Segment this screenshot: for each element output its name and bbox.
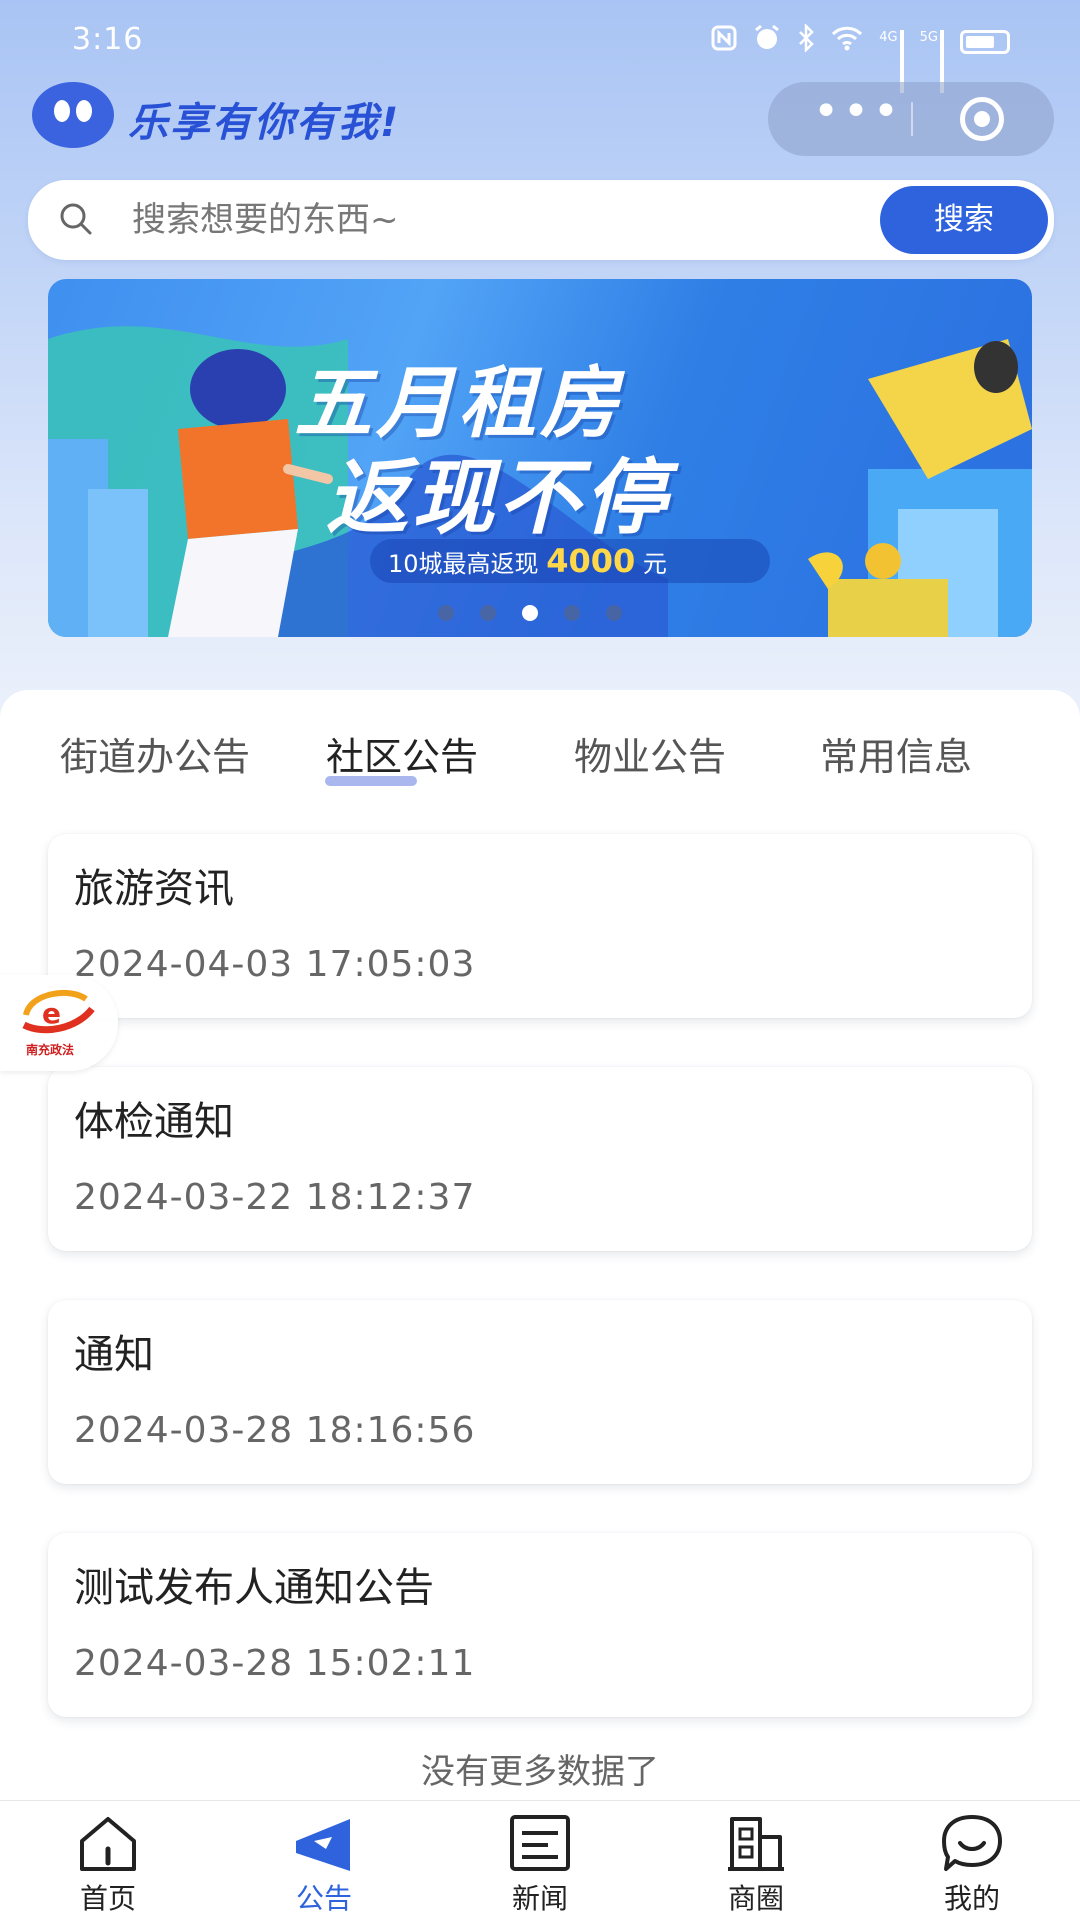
newspaper-icon	[510, 1815, 570, 1871]
tabbar-item-news[interactable]: 新闻	[432, 1801, 648, 1921]
tabbar-label-mine: 我的	[943, 1882, 1000, 1915]
banner-dot[interactable]	[606, 605, 622, 621]
tabbar-item-mine[interactable]: 我的	[864, 1801, 1080, 1921]
tabbar-item-home[interactable]: 首页	[0, 1801, 216, 1921]
notice-card[interactable]: 测试发布人通知公告 2024-03-28 15:02:11	[48, 1533, 1032, 1717]
tabbar-label-news: 新闻	[511, 1882, 568, 1915]
notice-title: 旅游资讯	[74, 866, 234, 912]
banner-dot[interactable]	[480, 605, 496, 621]
status-bar: 3:16 4G 5G	[0, 0, 1080, 93]
tab-common-info[interactable]: 常用信息	[820, 726, 972, 781]
notice-card[interactable]: 旅游资讯 2024-04-03 17:05:03	[48, 834, 1032, 1018]
notice-time: 2024-03-22 18:12:37	[74, 1177, 476, 1218]
network-4g-label: 4G	[879, 29, 898, 45]
banner-title-line2: 返现不停	[326, 451, 670, 546]
wifi-icon	[831, 25, 863, 58]
tabbar-label-business: 商圈	[727, 1882, 784, 1915]
notice-time: 2024-03-28 15:02:11	[74, 1643, 476, 1684]
alarm-icon	[753, 24, 781, 59]
notice-title: 通知	[74, 1332, 154, 1378]
tabbar-label-home: 首页	[79, 1882, 136, 1915]
banner-subtitle-amount: 4000	[546, 542, 636, 580]
app-title: 乐享有你有我!	[128, 100, 401, 146]
status-time: 3:16	[72, 22, 144, 57]
notice-time: 2024-04-03 17:05:03	[74, 944, 476, 985]
notice-card[interactable]: 体检通知 2024-03-22 18:12:37	[48, 1067, 1032, 1251]
more-options-button[interactable]: •••	[808, 82, 908, 156]
close-miniprogram-button[interactable]	[960, 97, 1004, 141]
no-more-data-text: 没有更多数据了	[421, 1752, 659, 1792]
banner-dot[interactable]	[438, 605, 454, 621]
floating-badge-label: 南充政法	[26, 1043, 75, 1057]
active-tab-indicator	[325, 776, 417, 786]
network-5g-label: 5G	[919, 29, 938, 45]
tabbar-item-notice[interactable]: 公告	[216, 1801, 432, 1921]
capsule-divider	[911, 102, 913, 136]
app-header: 乐享有你有我! •••	[0, 82, 1080, 178]
notice-card[interactable]: 通知 2024-03-28 18:16:56	[48, 1300, 1032, 1484]
home-icon	[80, 1817, 136, 1871]
svg-text:e: e	[42, 997, 61, 1030]
notice-title: 体检通知	[74, 1099, 234, 1145]
app-logo	[32, 82, 114, 148]
tabbar-item-business[interactable]: 商圈	[648, 1801, 864, 1921]
banner-dot[interactable]	[564, 605, 580, 621]
search-input[interactable]	[130, 196, 694, 244]
banner-subtitle-prefix: 10城最高返现	[388, 550, 539, 578]
megaphone-icon	[296, 1819, 350, 1871]
banner-subtitle: 10城最高返现 4000 元	[370, 539, 770, 583]
banner-subtitle-suffix: 元	[642, 550, 667, 578]
bluetooth-icon	[797, 22, 815, 59]
building-icon	[728, 1817, 784, 1871]
promo-banner[interactable]: 五月租房 返现不停 10城最高返现 4000 元	[48, 279, 1032, 637]
banner-pagination	[438, 605, 622, 621]
tab-community[interactable]: 社区公告	[326, 726, 478, 781]
search-bar: 搜索	[28, 180, 1054, 260]
category-tabs: 街道办公告 社区公告 物业公告 常用信息	[0, 726, 1080, 786]
notice-title: 测试发布人通知公告	[74, 1565, 434, 1611]
status-icons: 4G 5G	[711, 22, 1010, 93]
bottom-tab-bar: 首页 公告 新闻 商圈 我的	[0, 1800, 1080, 1921]
floating-badge[interactable]: e 南充政法	[0, 975, 118, 1071]
banner-dot[interactable]	[522, 605, 538, 621]
signal-5g-icon: 5G	[919, 29, 944, 93]
battery-icon	[960, 29, 1010, 54]
signal-4g-icon: 4G	[879, 29, 904, 93]
tab-street-office[interactable]: 街道办公告	[60, 726, 250, 781]
nfc-icon	[711, 25, 737, 58]
smile-icon	[942, 1815, 1002, 1871]
tabbar-label-notice: 公告	[295, 1882, 352, 1915]
miniprogram-capsule: •••	[768, 82, 1054, 156]
tab-property[interactable]: 物业公告	[574, 726, 726, 781]
legal-logo-icon: e	[22, 990, 95, 1034]
notice-time: 2024-03-28 18:16:56	[74, 1410, 476, 1451]
search-button[interactable]: 搜索	[880, 186, 1048, 254]
search-icon	[60, 203, 92, 235]
